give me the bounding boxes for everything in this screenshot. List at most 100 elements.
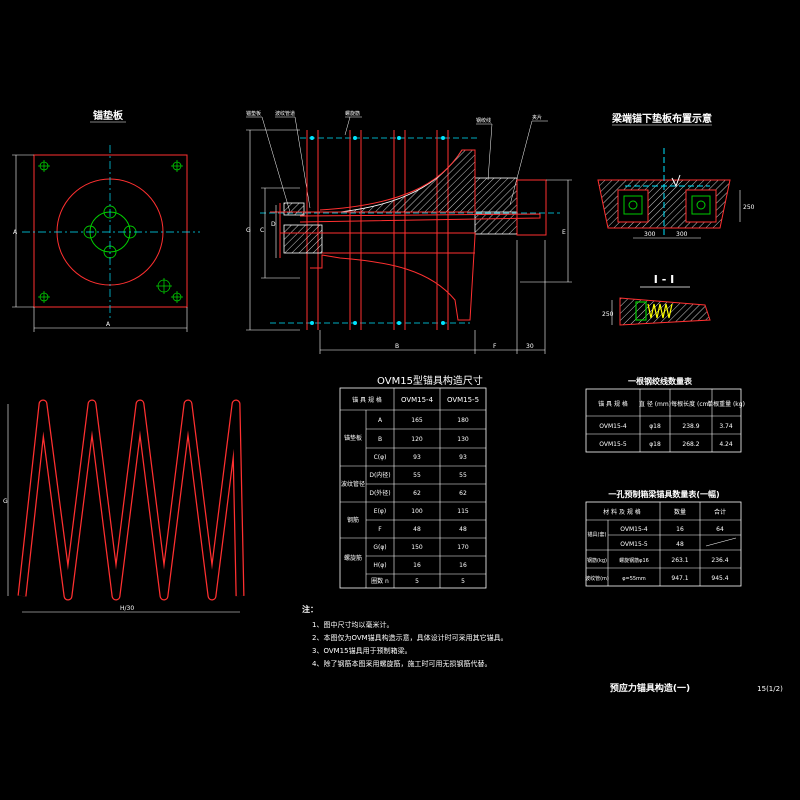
svg-text:钢筋: 钢筋	[347, 516, 359, 524]
notes-title: 注：	[302, 604, 318, 614]
svg-text:93: 93	[413, 454, 421, 461]
svg-text:OVM15-5: OVM15-5	[599, 441, 627, 448]
svg-text:180: 180	[457, 417, 469, 424]
svg-text:每根长度 (cm): 每根长度 (cm)	[671, 400, 711, 408]
svg-text:150: 150	[411, 544, 423, 551]
notes: 注： 1、图中尺寸均以毫米计。 2、本图仅为OVM锚具构造示意，具体设计时可采用…	[302, 604, 508, 668]
svg-text:锚 具 规 格: 锚 具 规 格	[352, 396, 382, 404]
svg-text:48: 48	[676, 541, 684, 548]
svg-text:圈数 n: 圈数 n	[371, 577, 389, 585]
bolt-holes	[38, 160, 183, 303]
note-3: 3、OVM15锚具用于预制箱梁。	[312, 646, 412, 655]
svg-text:E(φ): E(φ)	[374, 508, 386, 515]
spiral-dim-h: H/30	[120, 605, 134, 612]
table-anchor-dimensions: OVM15型锚具构造尺寸 锚 具 规 格 OVM15-4 OVM15-5 锚垫板…	[339, 374, 487, 589]
svg-text:H(φ): H(φ)	[373, 562, 386, 569]
svg-text:236.4: 236.4	[711, 557, 728, 564]
section-dim-d: D	[271, 221, 276, 228]
svg-text:锚垫板: 锚垫板	[344, 434, 362, 442]
section-dim-30: 30	[526, 343, 534, 350]
svg-text:螺旋筋: 螺旋筋	[344, 554, 362, 562]
svg-text:G(φ): G(φ)	[373, 544, 386, 551]
section-ii-title: I - I	[654, 273, 674, 286]
svg-text:钢绞线: 钢绞线	[476, 117, 491, 124]
svg-text:48: 48	[413, 526, 421, 533]
svg-text:947.1: 947.1	[671, 575, 688, 582]
svg-text:48: 48	[459, 526, 467, 533]
svg-text:合计: 合计	[714, 508, 726, 516]
plate-dim-a-vertical: A	[13, 229, 18, 236]
svg-text:D(外径): D(外径)	[369, 489, 390, 497]
svg-text:锚垫板: 锚垫板	[246, 110, 261, 117]
plate-view-title: 锚垫板	[93, 109, 124, 122]
table3-title: 一孔预制箱梁锚具数量表(一幅)	[608, 489, 719, 499]
svg-text:A: A	[378, 417, 383, 424]
svg-text:螺旋钢筋φ16: 螺旋钢筋φ16	[619, 557, 649, 564]
svg-text:锚具(套): 锚具(套)	[588, 531, 607, 538]
svg-text:单根重量 (kg): 单根重量 (kg)	[707, 400, 745, 408]
note-1: 1、图中尺寸均以毫米计。	[312, 620, 393, 629]
svg-text:B: B	[378, 436, 382, 443]
drawing-title: 预应力锚具构造(一)	[610, 682, 690, 694]
svg-text:16: 16	[459, 562, 467, 569]
section-dim-b: B	[395, 343, 399, 350]
svg-text:115: 115	[457, 508, 469, 515]
svg-text:材 料 及 规 格: 材 料 及 规 格	[603, 508, 641, 516]
svg-text:93: 93	[459, 454, 467, 461]
svg-text:夹片: 夹片	[532, 114, 542, 121]
plate-view: 锚垫板 A A	[12, 109, 200, 332]
page-number: 15(1/2)	[757, 685, 783, 693]
svg-text:5: 5	[415, 578, 419, 585]
svg-text:C(φ): C(φ)	[374, 454, 387, 461]
svg-text:OVM15-5: OVM15-5	[620, 541, 648, 548]
svg-text:3.74: 3.74	[719, 423, 733, 430]
svg-text:OVM15-4: OVM15-4	[620, 526, 648, 533]
spiral-view: G H/30	[3, 399, 245, 613]
layout-view-title: 梁端锚下垫板布置示意	[611, 112, 712, 125]
svg-text:φ18: φ18	[649, 423, 661, 430]
svg-text:φ18: φ18	[649, 441, 661, 448]
svg-text:55: 55	[459, 472, 467, 479]
table2-title: 一根钢绞线数量表	[628, 376, 693, 386]
note-4: 4、除了钢筋本图采用螺旋筋，施工时可用无损钢筋代替。	[312, 659, 491, 668]
layout-dim-250: 250	[743, 204, 755, 211]
cad-drawing: 锚垫板 A A 锚垫板 波纹管道 螺旋筋 钢绞线 夹片 G C D E B F …	[3, 109, 783, 694]
note-2: 2、本图仅为OVM锚具构造示意，具体设计时可采用其它锚具。	[312, 633, 508, 642]
svg-text:OVM15-4: OVM15-4	[599, 423, 627, 430]
svg-text:64: 64	[716, 526, 724, 533]
section-dim-g: G	[246, 227, 251, 234]
section-dim-c: C	[260, 227, 264, 234]
section-dim-e: E	[562, 229, 566, 236]
svg-text:120: 120	[411, 436, 423, 443]
plate-dim-a-horizontal: A	[106, 321, 111, 328]
svg-text:165: 165	[411, 417, 423, 424]
svg-text:62: 62	[459, 490, 467, 497]
svg-text:波纹管径: 波纹管径	[341, 480, 365, 488]
section-ii-view: I - I 250	[602, 273, 711, 326]
svg-text:波纹管道: 波纹管道	[275, 110, 295, 117]
svg-text:268.2: 268.2	[682, 441, 699, 448]
svg-text:62: 62	[413, 490, 421, 497]
svg-text:D(内径): D(内径)	[369, 471, 390, 479]
svg-text:直 径 (mm): 直 径 (mm)	[639, 400, 671, 408]
svg-text:波纹管(m): 波纹管(m)	[585, 575, 609, 582]
svg-text:16: 16	[413, 562, 421, 569]
svg-text:螺旋筋: 螺旋筋	[345, 110, 360, 117]
spiral-bars-section	[306, 130, 449, 330]
svg-text:5: 5	[461, 578, 465, 585]
table-strand-quantity: 一根钢绞线数量表 锚 具 规 格 直 径 (mm) 每根长度 (cm) 单根重量…	[585, 376, 745, 453]
svg-text:263.1: 263.1	[671, 557, 688, 564]
anchor-head-upper	[339, 149, 476, 213]
table1-title: OVM15型锚具构造尺寸	[377, 374, 483, 387]
spiral-dim-g: G	[3, 498, 8, 505]
svg-text:锚 具 规 格: 锚 具 规 格	[598, 400, 628, 408]
layout-view: 梁端锚下垫板布置示意 250 300 300	[597, 112, 755, 239]
svg-text:130: 130	[457, 436, 469, 443]
svg-text:55: 55	[413, 472, 421, 479]
svg-text:F: F	[378, 526, 382, 533]
svg-text:数量: 数量	[674, 508, 686, 516]
layout-dim-300b: 300	[676, 231, 688, 238]
svg-text:170: 170	[457, 544, 469, 551]
layout-dim-300a: 300	[644, 231, 656, 238]
svg-text:钢筋(kg): 钢筋(kg)	[587, 557, 607, 564]
